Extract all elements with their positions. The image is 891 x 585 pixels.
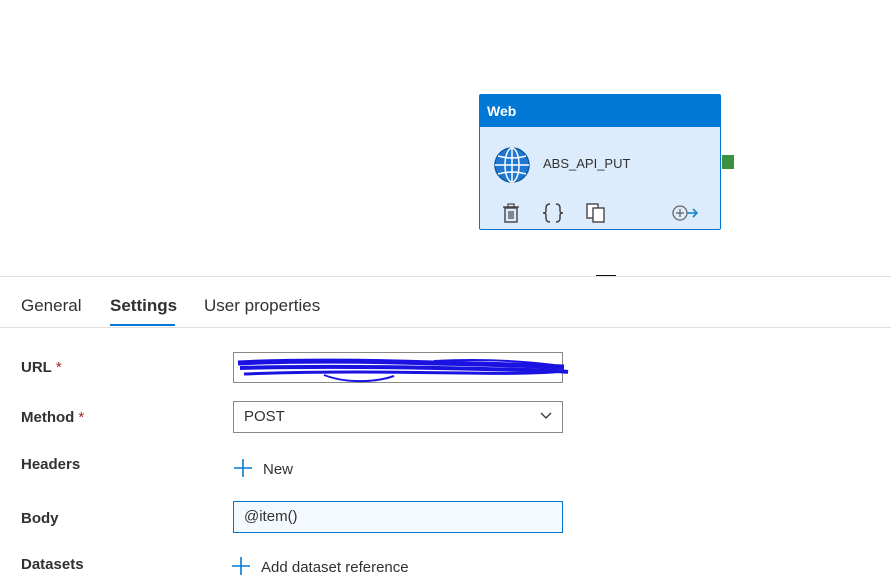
add-header-button[interactable]: New xyxy=(233,457,293,478)
chevron-down-icon xyxy=(540,412,552,419)
add-dataset-reference-button[interactable]: Add dataset reference xyxy=(231,556,409,576)
datasets-label: Datasets xyxy=(21,556,84,573)
method-value: POST xyxy=(244,408,285,425)
globe-icon xyxy=(493,146,531,184)
activity-name: ABS_API_PUT xyxy=(543,156,631,171)
delete-icon[interactable] xyxy=(500,202,522,224)
panel-divider xyxy=(0,276,891,277)
plus-icon xyxy=(232,557,250,575)
tab-user-properties[interactable]: User properties xyxy=(204,296,320,316)
add-header-label: New xyxy=(263,461,294,478)
body-label: Body xyxy=(21,510,59,527)
method-select[interactable]: POST xyxy=(233,401,563,433)
required-marker: * xyxy=(78,409,85,426)
method-label-text: Method xyxy=(21,409,75,426)
copy-icon[interactable] xyxy=(585,202,607,224)
web-activity-node[interactable]: Web ABS_API_PUT xyxy=(479,94,721,230)
url-label: URL * xyxy=(21,359,62,376)
method-label: Method * xyxy=(21,409,84,426)
add-output-icon[interactable] xyxy=(671,202,699,224)
headers-label: Headers xyxy=(21,456,81,473)
required-marker: * xyxy=(55,359,62,376)
success-output-connector[interactable] xyxy=(722,155,734,169)
pipeline-canvas[interactable]: Web ABS_API_PUT xyxy=(0,0,891,276)
active-tab-indicator xyxy=(110,324,175,326)
activity-type-label: Web xyxy=(480,95,720,127)
tab-settings[interactable]: Settings xyxy=(110,296,177,316)
plus-icon xyxy=(234,458,252,477)
redaction-scribble xyxy=(237,358,569,383)
add-dataset-label: Add dataset reference xyxy=(261,559,409,576)
body-input[interactable]: @item() xyxy=(233,501,563,533)
url-label-text: URL xyxy=(21,359,52,376)
properties-tabs: General Settings User properties xyxy=(0,285,891,328)
code-icon[interactable] xyxy=(542,202,564,224)
tab-general[interactable]: General xyxy=(21,296,81,316)
